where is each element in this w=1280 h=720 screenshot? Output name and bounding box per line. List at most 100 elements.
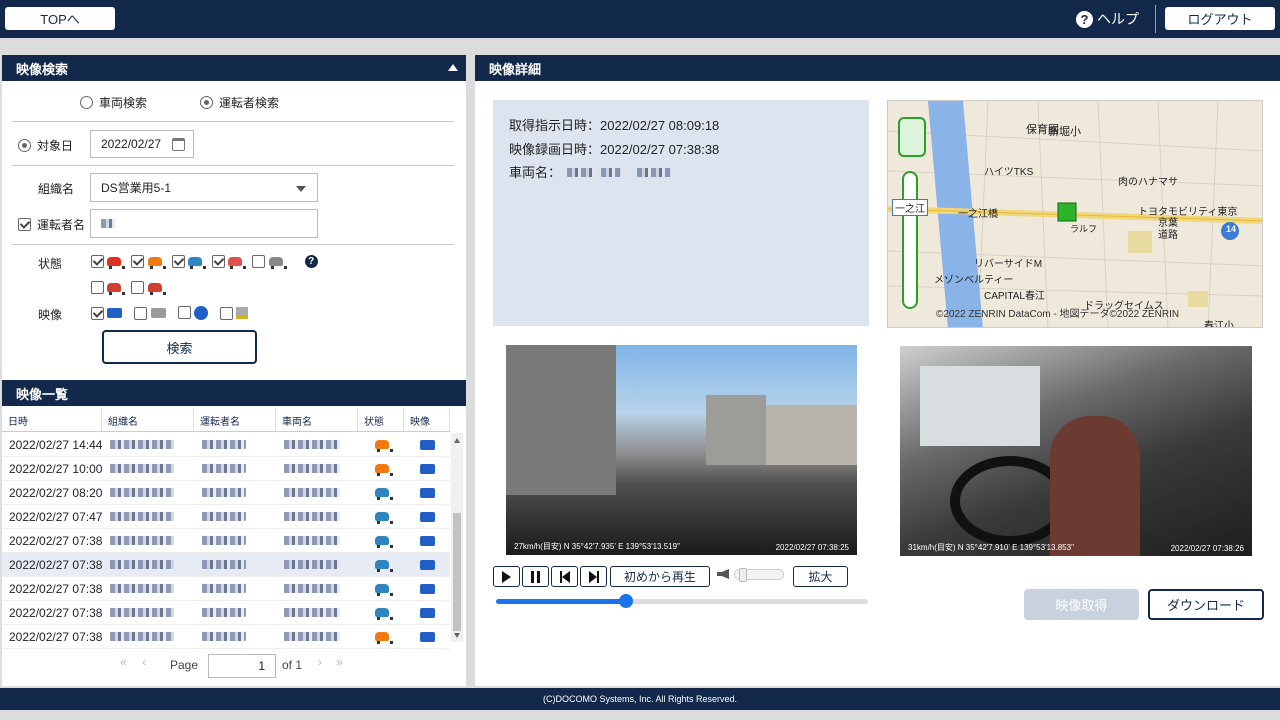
radio-vehicle[interactable]: 車両検索 — [80, 94, 147, 111]
list-scrollbar[interactable] — [451, 433, 463, 642]
volume-thumb[interactable] — [739, 568, 747, 582]
row-vehicle-redacted — [284, 632, 340, 641]
table-row[interactable]: 2022/02/27 07:47 — [2, 505, 450, 529]
row-driver-redacted — [202, 488, 246, 497]
radio-vehicle-circle[interactable] — [80, 96, 93, 109]
camera-icon[interactable] — [420, 535, 435, 546]
radio-vehicle-label: 車両検索 — [99, 96, 148, 110]
org-select[interactable]: DS営業用5-1 — [90, 173, 318, 202]
status-checkbox[interactable] — [131, 281, 145, 295]
table-row[interactable]: 2022/02/27 07:38 — [2, 529, 450, 553]
status-filter-2[interactable] — [131, 254, 166, 270]
column-header[interactable]: 状態 — [358, 408, 404, 432]
zoom-button[interactable]: 拡大 — [793, 566, 848, 587]
pause-button[interactable] — [522, 566, 549, 587]
cabin-camera-video[interactable]: 31km/h(目安) N 35°42'7.910' E 139°53'13.85… — [900, 346, 1252, 556]
restart-button[interactable]: 初めから再生 — [610, 566, 710, 587]
camera-icon[interactable] — [420, 607, 435, 618]
scroll-thumb[interactable] — [453, 513, 461, 631]
date-field[interactable]: 2022/02/27 — [90, 130, 194, 158]
status-checkbox[interactable] — [212, 255, 226, 269]
camera-icon[interactable] — [420, 463, 435, 474]
table-row[interactable]: 2022/02/27 07:38 — [2, 577, 450, 601]
radio-driver-circle[interactable] — [200, 96, 213, 109]
top-bar: TOPへ ? ヘルプ ログアウト — [0, 0, 1280, 38]
help-link[interactable]: ? ヘルプ — [1076, 9, 1139, 29]
status-filter-6[interactable] — [91, 280, 126, 296]
camera-icon[interactable] — [420, 583, 435, 594]
next-page-icon[interactable]: › — [318, 655, 322, 669]
video-checkbox[interactable] — [220, 306, 234, 320]
radio-driver-label: 運転者検索 — [219, 96, 280, 110]
video-filter-1[interactable] — [91, 305, 123, 320]
status-filter-1[interactable] — [91, 254, 126, 270]
camera-icon[interactable] — [420, 487, 435, 498]
driver-name-field[interactable] — [90, 209, 318, 238]
table-row[interactable]: 2022/02/27 07:38 — [2, 553, 450, 577]
column-header[interactable]: 日時 — [2, 408, 102, 432]
table-row[interactable]: 2022/02/27 10:00 — [2, 457, 450, 481]
radio-driver[interactable]: 運転者検索 — [200, 94, 279, 111]
step-forward-button[interactable] — [580, 566, 607, 587]
table-row[interactable]: 2022/02/27 07:38 — [2, 625, 450, 649]
scroll-up-arrow[interactable] — [454, 438, 460, 443]
camera-icon[interactable] — [420, 439, 435, 450]
download-button[interactable]: ダウンロード — [1148, 589, 1264, 620]
search-button[interactable]: 検索 — [102, 330, 257, 364]
status-help-icon[interactable]: ? — [304, 254, 318, 268]
driver-name-redacted — [101, 219, 115, 228]
camera-grey-icon — [150, 308, 166, 319]
map[interactable]: 保育園 新堀小 ハイツTKS 肉のハナマサ 一之江 一之江橋 トヨタモビリティ東… — [887, 100, 1263, 328]
date-radio[interactable] — [18, 139, 31, 152]
column-header[interactable]: 車両名 — [276, 408, 358, 432]
play-button[interactable] — [493, 566, 520, 587]
step-back-button[interactable] — [551, 566, 578, 587]
first-page-icon[interactable]: « — [120, 655, 127, 669]
camera-icon[interactable] — [420, 631, 435, 642]
driver-checkbox[interactable] — [18, 218, 31, 231]
column-header[interactable]: 運転者名 — [194, 408, 276, 432]
video-filter-3[interactable] — [177, 305, 209, 320]
car-grey-icon — [268, 257, 287, 270]
volume-slider[interactable] — [734, 568, 784, 582]
logout-button[interactable]: ログアウト — [1165, 7, 1275, 30]
collapse-icon[interactable] — [448, 64, 458, 71]
video-filter-2[interactable] — [134, 305, 166, 320]
page-input[interactable]: 1 — [208, 654, 276, 678]
status-checkbox[interactable] — [91, 281, 104, 295]
driver-option[interactable]: 運転者名 — [18, 216, 85, 233]
seek-bar[interactable] — [496, 594, 868, 608]
video-checkbox[interactable] — [177, 306, 191, 320]
map-label: 肉のハナマサ — [1118, 177, 1178, 188]
status-checkbox[interactable] — [171, 255, 185, 269]
map-pan-control[interactable] — [898, 117, 926, 157]
last-page-icon[interactable]: » — [336, 655, 343, 669]
calendar-icon[interactable] — [172, 138, 185, 151]
row-vehicle-redacted — [284, 536, 340, 545]
scroll-down-arrow[interactable] — [454, 633, 460, 638]
front-camera-video[interactable]: 27km/h(目安) N 35°42'7.935' E 139°53'13.51… — [506, 345, 857, 555]
status-checkbox[interactable] — [131, 255, 145, 269]
camera-icon[interactable] — [420, 559, 435, 570]
date-option[interactable]: 対象日 — [18, 137, 73, 154]
status-checkbox[interactable] — [91, 255, 104, 269]
column-header[interactable]: 映像 — [404, 408, 450, 432]
table-row[interactable]: 2022/02/27 08:20 — [2, 481, 450, 505]
camera-icon[interactable] — [420, 511, 435, 522]
row-org-redacted — [110, 632, 174, 641]
prev-page-icon[interactable]: ‹ — [142, 655, 146, 669]
video-checkbox[interactable] — [134, 306, 148, 320]
top-button[interactable]: TOPへ — [5, 7, 115, 30]
status-filter-4[interactable] — [212, 254, 247, 270]
table-row[interactable]: 2022/02/27 07:38 — [2, 601, 450, 625]
map-zoom-control[interactable] — [902, 171, 918, 309]
status-filter-3[interactable] — [171, 254, 207, 270]
table-row[interactable]: 2022/02/27 14:44 — [2, 433, 450, 457]
status-filter-7[interactable] — [131, 280, 166, 296]
acquire-video-button[interactable]: 映像取得 — [1024, 589, 1139, 620]
video-filter-4[interactable] — [220, 305, 249, 320]
status-checkbox[interactable] — [252, 255, 266, 269]
column-header[interactable]: 組織名 — [102, 408, 194, 432]
status-filter-5[interactable] — [252, 254, 287, 270]
video-checkbox[interactable] — [91, 306, 104, 320]
